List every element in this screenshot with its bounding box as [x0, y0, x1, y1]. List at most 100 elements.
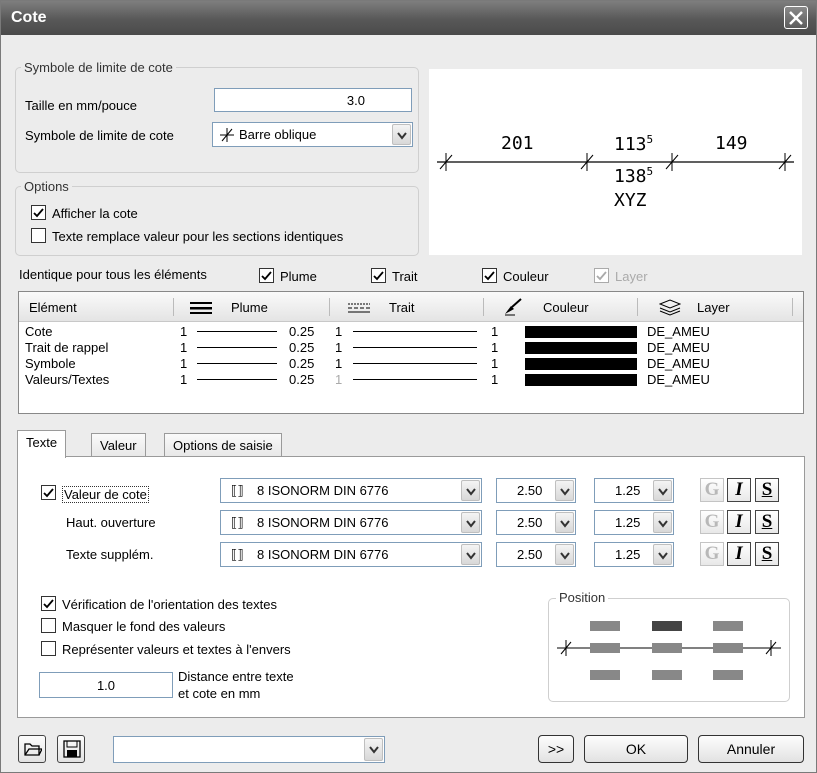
text-width-select[interactable]: 1.25 — [594, 542, 674, 567]
underline-button[interactable]: S — [755, 510, 779, 534]
row-layer[interactable]: DE_AMEU — [647, 324, 710, 339]
open-favorites-button[interactable] — [18, 735, 46, 763]
show-dimension-label: Afficher la cote — [52, 206, 138, 221]
extra-text-label: Texte supplém. — [66, 547, 154, 562]
row-line-type[interactable]: 1 — [335, 324, 342, 339]
row-thickness: 0.25 — [289, 372, 315, 387]
row-line-type[interactable]: 1 — [335, 372, 342, 387]
font-select[interactable]: ⟦⟧ 8 ISONORM DIN 6776 — [220, 478, 482, 503]
opening-height-label: Haut. ouverture — [66, 515, 156, 530]
save-favorites-button[interactable] — [57, 735, 85, 763]
bold-button[interactable]: G — [700, 510, 724, 534]
position-top-right[interactable] — [713, 621, 743, 631]
italic-button[interactable]: I — [727, 542, 751, 566]
position-bottom-center[interactable] — [652, 670, 682, 680]
tab-options-de-saisie[interactable]: Options de saisie — [164, 433, 282, 458]
font-select[interactable]: ⟦⟧ 8 ISONORM DIN 6776 — [220, 510, 482, 535]
chevron-down-icon — [560, 552, 570, 560]
identical-plume-checkbox[interactable] — [259, 268, 274, 283]
reverse-text-checkbox[interactable] — [41, 641, 56, 656]
pen-line-sample — [197, 347, 277, 348]
width-dropdown-button[interactable] — [653, 544, 672, 565]
italic-button[interactable]: I — [727, 510, 751, 534]
tab-texte[interactable]: Texte — [17, 430, 67, 458]
bold-button[interactable]: G — [700, 478, 724, 502]
color-swatch — [525, 326, 637, 338]
preview-value-1: 201 — [501, 133, 534, 154]
width-dropdown-button[interactable] — [653, 480, 672, 501]
row-thickness: 0.25 — [289, 356, 315, 371]
row-pen[interactable]: 1 — [180, 372, 187, 387]
text-height-select[interactable]: 2.50 — [496, 478, 576, 503]
underline-button[interactable]: S — [755, 542, 779, 566]
font-dropdown-button[interactable] — [461, 544, 480, 565]
font-select-value: 8 ISONORM DIN 6776 — [257, 483, 389, 498]
row-pen[interactable]: 1 — [180, 356, 187, 371]
text-height-select[interactable]: 2.50 — [496, 510, 576, 535]
position-top-center[interactable] — [652, 621, 682, 631]
height-dropdown-button[interactable] — [555, 544, 574, 565]
table-row[interactable]: Valeurs/Textes 1 0.25 1 1 DE_AMEU — [25, 372, 795, 388]
position-middle-left[interactable] — [590, 643, 620, 653]
show-dimension-checkbox[interactable] — [31, 205, 46, 220]
close-button[interactable] — [784, 6, 808, 29]
position-middle-right[interactable] — [713, 643, 743, 653]
hide-background-checkbox[interactable] — [41, 618, 56, 633]
position-bottom-right[interactable] — [713, 670, 743, 680]
table-header: Elément Plume Trait Couleur Layer — [19, 292, 803, 322]
text-distance-input[interactable] — [39, 672, 173, 698]
table-row[interactable]: Symbole 1 0.25 1 1 DE_AMEU — [25, 356, 795, 372]
dimension-value-checkbox[interactable] — [41, 485, 56, 500]
text-height-value: 2.50 — [517, 515, 543, 530]
row-line-type[interactable]: 1 — [335, 340, 342, 355]
favorites-combo[interactable] — [113, 736, 385, 763]
column-divider — [329, 298, 330, 316]
favorites-dropdown-button[interactable] — [364, 738, 383, 761]
row-thickness: 0.25 — [289, 340, 315, 355]
width-dropdown-button[interactable] — [653, 512, 672, 533]
dimension-preview: 201 1135 149 1385 XYZ — [429, 69, 802, 255]
identical-couleur-checkbox[interactable] — [482, 268, 497, 283]
cancel-button[interactable]: Annuler — [698, 735, 804, 763]
underline-button[interactable]: S — [755, 478, 779, 502]
font-dropdown-button[interactable] — [461, 512, 480, 533]
pen-line-sample — [197, 331, 277, 332]
row-line-type[interactable]: 1 — [335, 356, 342, 371]
row-color[interactable]: 1 — [491, 324, 498, 339]
row-color[interactable]: 1 — [491, 372, 498, 387]
more-button[interactable]: >> — [538, 735, 574, 763]
font-select[interactable]: ⟦⟧ 8 ISONORM DIN 6776 — [220, 542, 482, 567]
position-middle-center[interactable] — [652, 643, 682, 653]
italic-button[interactable]: I — [727, 478, 751, 502]
row-pen[interactable]: 1 — [180, 324, 187, 339]
row-layer[interactable]: DE_AMEU — [647, 356, 710, 371]
bold-button[interactable]: G — [700, 542, 724, 566]
table-row[interactable]: Trait de rappel 1 0.25 1 1 DE_AMEU — [25, 340, 795, 356]
size-input[interactable] — [214, 88, 412, 112]
text-replaces-checkbox[interactable] — [31, 228, 46, 243]
position-bottom-left[interactable] — [590, 670, 620, 680]
table-row[interactable]: Cote 1 0.25 1 1 DE_AMEU — [25, 324, 795, 340]
font-dropdown-button[interactable] — [461, 480, 480, 501]
row-element-name: Valeurs/Textes — [25, 372, 110, 387]
ok-button[interactable]: OK — [584, 735, 688, 763]
tab-valeur[interactable]: Valeur — [91, 433, 146, 458]
text-width-select[interactable]: 1.25 — [594, 478, 674, 503]
text-width-select[interactable]: 1.25 — [594, 510, 674, 535]
text-height-select[interactable]: 2.50 — [496, 542, 576, 567]
text-distance-label-line-2: et cote en mm — [178, 686, 261, 701]
row-color[interactable]: 1 — [491, 356, 498, 371]
row-layer[interactable]: DE_AMEU — [647, 372, 710, 387]
color-swatch — [525, 342, 637, 354]
row-layer[interactable]: DE_AMEU — [647, 340, 710, 355]
verify-orientation-checkbox[interactable] — [41, 596, 56, 611]
symbol-dropdown-button[interactable] — [392, 124, 411, 145]
height-dropdown-button[interactable] — [555, 512, 574, 533]
height-dropdown-button[interactable] — [555, 480, 574, 501]
position-top-left[interactable] — [590, 621, 620, 631]
identical-trait-checkbox[interactable] — [371, 268, 386, 283]
symbol-select[interactable]: Barre oblique — [212, 122, 413, 147]
row-pen[interactable]: 1 — [180, 340, 187, 355]
identical-layer-checkbox[interactable] — [594, 268, 609, 283]
row-color[interactable]: 1 — [491, 340, 498, 355]
